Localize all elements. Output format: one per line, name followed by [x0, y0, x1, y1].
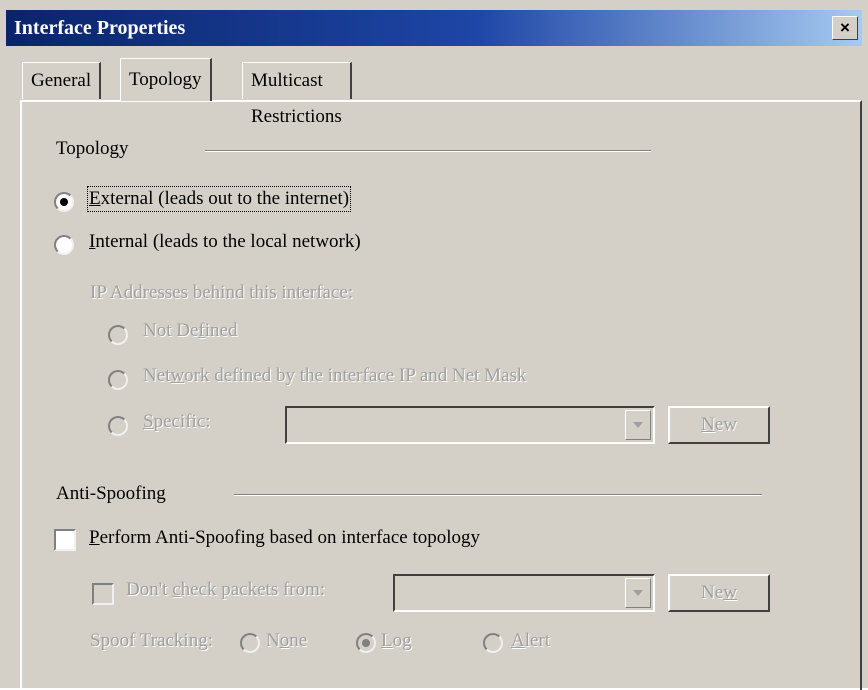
dont-check-packets-label[interactable]: Don't check packets from:	[126, 579, 325, 601]
close-button[interactable]: ×	[832, 16, 858, 40]
radio-selected-dot	[362, 639, 370, 647]
spoof-alert-label[interactable]: Alert	[511, 630, 550, 652]
radio-selected-dot	[60, 198, 68, 206]
tab-general[interactable]: General	[22, 62, 102, 99]
perform-anti-spoofing-label[interactable]: Perform Anti-Spoofing based on interface…	[89, 527, 480, 549]
anti-spoofing-group-label: Anti-Spoofing	[56, 483, 166, 504]
network-defined-label[interactable]: Network defined by the interface IP and …	[143, 365, 526, 387]
external-label[interactable]: External (leads out to the internet)	[86, 186, 352, 212]
dont-check-new-button[interactable]: New	[668, 574, 770, 612]
external-radio[interactable]	[54, 192, 74, 212]
title-bar[interactable]: Interface Properties ×	[6, 10, 862, 46]
dont-check-packets-checkbox[interactable]	[92, 583, 114, 605]
spoof-tracking-label: Spoof Tracking:	[90, 630, 213, 651]
specific-new-button[interactable]: New	[668, 406, 770, 444]
specific-label[interactable]: Specific:	[143, 411, 211, 433]
specific-dropdown[interactable]	[285, 406, 655, 444]
dont-check-packets-dropdown[interactable]	[393, 574, 655, 612]
chevron-down-icon[interactable]	[625, 578, 651, 608]
spoof-log-radio[interactable]	[356, 633, 376, 653]
tab-topology[interactable]: Topology	[120, 58, 212, 101]
internal-label[interactable]: Internal (leads to the local network)	[89, 231, 361, 253]
interface-properties-dialog: Interface Properties × General Topology …	[0, 0, 868, 690]
specific-radio[interactable]	[108, 416, 128, 436]
not-defined-label[interactable]: Not Defined	[143, 320, 237, 342]
chevron-down-icon[interactable]	[625, 410, 651, 440]
network-defined-radio[interactable]	[108, 370, 128, 390]
internal-radio[interactable]	[54, 235, 74, 255]
spoof-alert-radio[interactable]	[483, 633, 503, 653]
spoof-none-radio[interactable]	[240, 633, 260, 653]
topology-group-label: Topology	[56, 138, 129, 159]
topology-group-line	[205, 150, 651, 152]
spoof-log-label[interactable]: Log	[381, 630, 412, 652]
ip-addresses-label: IP Addresses behind this interface:	[90, 282, 354, 303]
anti-spoofing-group-line	[234, 494, 762, 496]
spoof-none-label[interactable]: None	[266, 630, 307, 652]
perform-anti-spoofing-checkbox[interactable]	[54, 529, 76, 551]
tab-multicast-restrictions[interactable]: Multicast Restrictions	[242, 62, 352, 127]
window-title: Interface Properties	[14, 17, 186, 39]
not-defined-radio[interactable]	[108, 325, 128, 345]
